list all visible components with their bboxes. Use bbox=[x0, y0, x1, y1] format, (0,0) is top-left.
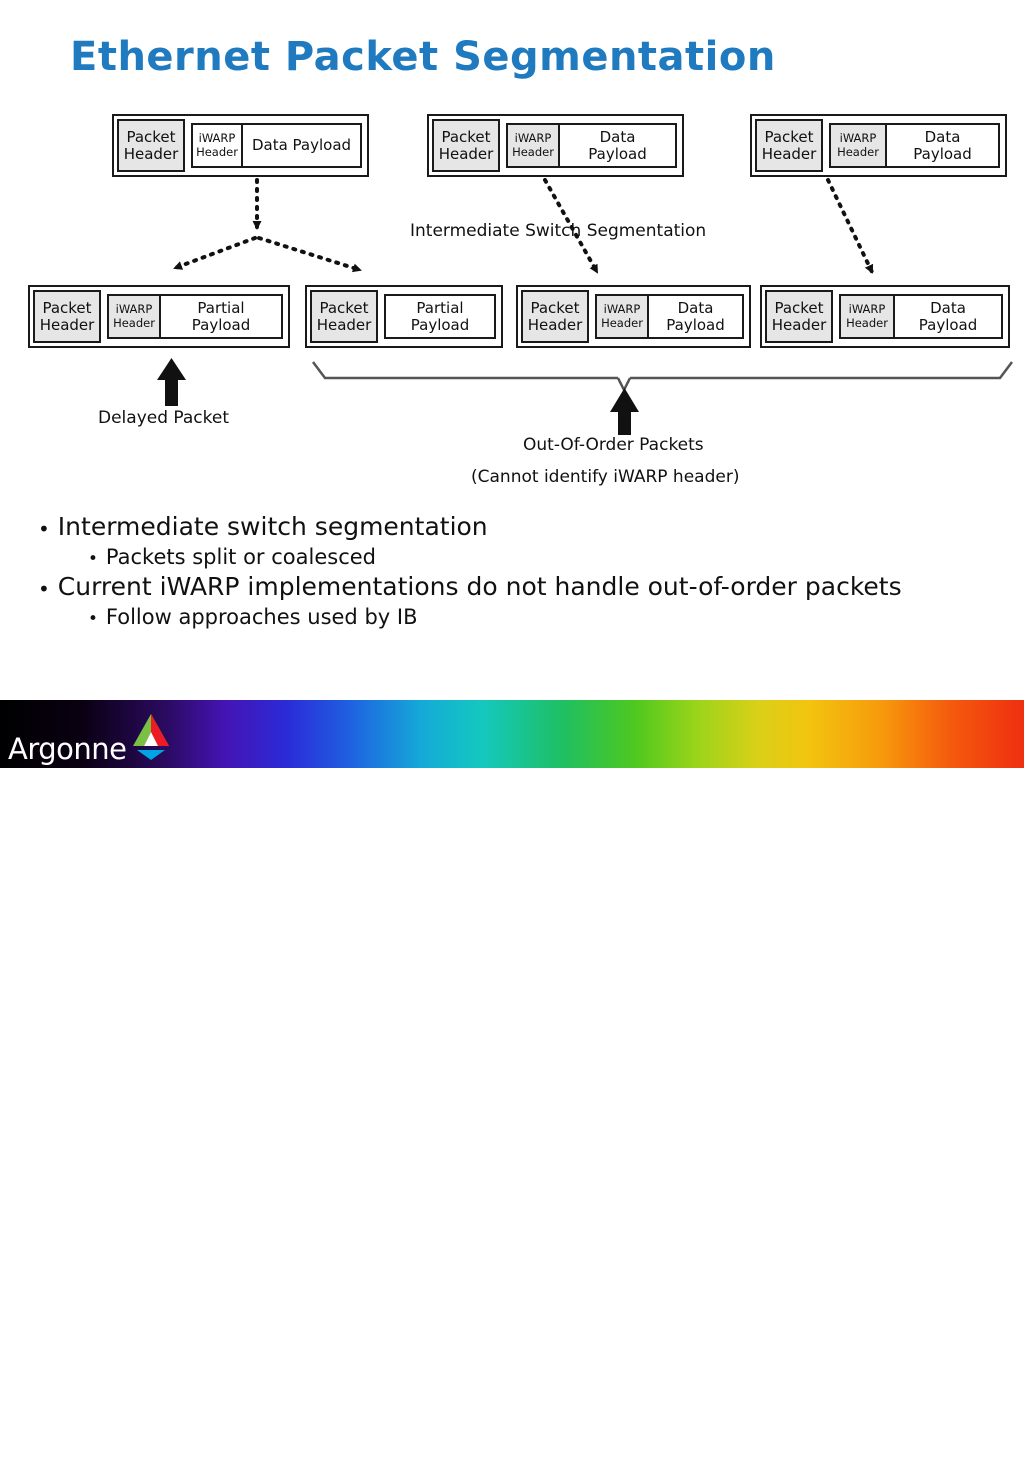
payload-label: Data Payload bbox=[918, 298, 978, 334]
argonne-logo: Argonne NATIONAL LABORATORY bbox=[8, 712, 179, 1482]
packet-header-label: Packet Header bbox=[765, 290, 833, 343]
intermediate-switch-segmentation-label: Intermediate Switch Segmentation bbox=[410, 221, 707, 241]
out-of-order-packets-label: Out-Of-Order Packets bbox=[523, 435, 704, 455]
bullet-marker-icon: • bbox=[88, 608, 98, 629]
out-of-order-arrow bbox=[610, 388, 639, 435]
packet-header-label: Packet Header bbox=[310, 290, 378, 343]
bullet-marker-icon: • bbox=[38, 517, 50, 541]
packet-body: iWARP Header Partial Payload bbox=[105, 290, 285, 343]
packet-row2-3[interactable]: Packet Header iWARP Header Data Payload bbox=[516, 285, 751, 348]
payload-label: Partial Payload bbox=[410, 298, 470, 334]
packet-body: iWARP Header Data Payload bbox=[189, 119, 364, 172]
packet-header-label: Packet Header bbox=[117, 119, 185, 172]
bullet-marker-icon: • bbox=[38, 577, 50, 602]
argonne-sublabel: NATIONAL LABORATORY bbox=[66, 1460, 146, 1482]
packet-body: iWARP Header Data Payload bbox=[837, 290, 1005, 343]
payload-container: iWARP Header Partial Payload bbox=[107, 294, 283, 339]
bullet-text: Packets split or coalesced bbox=[105, 544, 376, 569]
packet-row1-3[interactable]: Packet Header iWARP Header Data Payload bbox=[750, 114, 1007, 177]
iwarp-header-label: iWARP Header bbox=[841, 296, 895, 337]
argonne-wordmark: Argonne bbox=[8, 732, 127, 766]
packet-body: iWARP Header Data Payload bbox=[504, 119, 679, 172]
packet-header-label: Packet Header bbox=[33, 290, 101, 343]
bullet-item: • Intermediate switch segmentation bbox=[38, 512, 1010, 543]
delayed-packet-arrow bbox=[157, 358, 186, 406]
iwarp-header-label: iWARP Header bbox=[109, 296, 161, 337]
packet-header-label: Packet Header bbox=[755, 119, 823, 172]
packet-header-label: Packet Header bbox=[432, 119, 500, 172]
split-arrow-packet1 bbox=[173, 178, 362, 273]
packet-body: Partial Payload bbox=[382, 290, 498, 343]
payload-label: Partial Payload bbox=[191, 298, 251, 334]
out-of-order-bracket bbox=[312, 361, 1013, 391]
payload-container: Partial Payload bbox=[384, 294, 496, 339]
argonne-triangle-icon bbox=[132, 714, 169, 760]
bullet-list: • Intermediate switch segmentation • Pac… bbox=[30, 512, 1010, 632]
payload-container: iWARP Header Data Payload bbox=[595, 294, 744, 339]
bullet-item: • Follow approaches used by IB bbox=[88, 605, 1010, 631]
delayed-packet-label: Delayed Packet bbox=[98, 408, 230, 428]
bullet-text: Follow approaches used by IB bbox=[105, 604, 418, 629]
payload-container: iWARP Header Data Payload bbox=[839, 294, 1003, 339]
out-of-order-subtext-label: (Cannot identify iWARP header) bbox=[471, 467, 740, 487]
bullet-item: • Current iWARP implementations do not h… bbox=[38, 572, 1010, 603]
packet-row1-2[interactable]: Packet Header iWARP Header Data Payload bbox=[427, 114, 684, 177]
packet-row1-1[interactable]: Packet Header iWARP Header Data Payload bbox=[112, 114, 369, 177]
payload-label: Data Payload bbox=[913, 127, 972, 163]
packet-header-label: Packet Header bbox=[521, 290, 589, 343]
packet-body: iWARP Header Data Payload bbox=[593, 290, 746, 343]
iwarp-header-label: iWARP Header bbox=[597, 296, 649, 337]
bullet-text: Current iWARP implementations do not han… bbox=[57, 572, 902, 602]
bullet-marker-icon: • bbox=[88, 548, 98, 569]
payload-container: iWARP Header Data Payload bbox=[829, 123, 1000, 168]
payload-label: Data Payload bbox=[251, 136, 352, 155]
packet-body: iWARP Header Data Payload bbox=[827, 119, 1002, 172]
iwarp-header-label: iWARP Header bbox=[508, 125, 560, 166]
bullet-text: Intermediate switch segmentation bbox=[57, 512, 488, 541]
payload-container: iWARP Header Data Payload bbox=[506, 123, 677, 168]
packet-row2-2[interactable]: Packet Header Partial Payload bbox=[305, 285, 503, 348]
iwarp-header-label: iWARP Header bbox=[831, 125, 887, 166]
payload-label: Data Payload bbox=[588, 127, 647, 163]
iwarp-header-label: iWARP Header bbox=[193, 125, 243, 166]
packet-row2-1[interactable]: Packet Header iWARP Header Partial Paylo… bbox=[28, 285, 290, 348]
packet-row2-4[interactable]: Packet Header iWARP Header Data Payload bbox=[760, 285, 1010, 348]
bullet-item: • Packets split or coalesced bbox=[88, 545, 1010, 571]
payload-label: Data Payload bbox=[666, 298, 725, 334]
payload-container: iWARP Header Data Payload bbox=[191, 123, 362, 168]
flow-arrow-packet3 bbox=[826, 178, 874, 274]
